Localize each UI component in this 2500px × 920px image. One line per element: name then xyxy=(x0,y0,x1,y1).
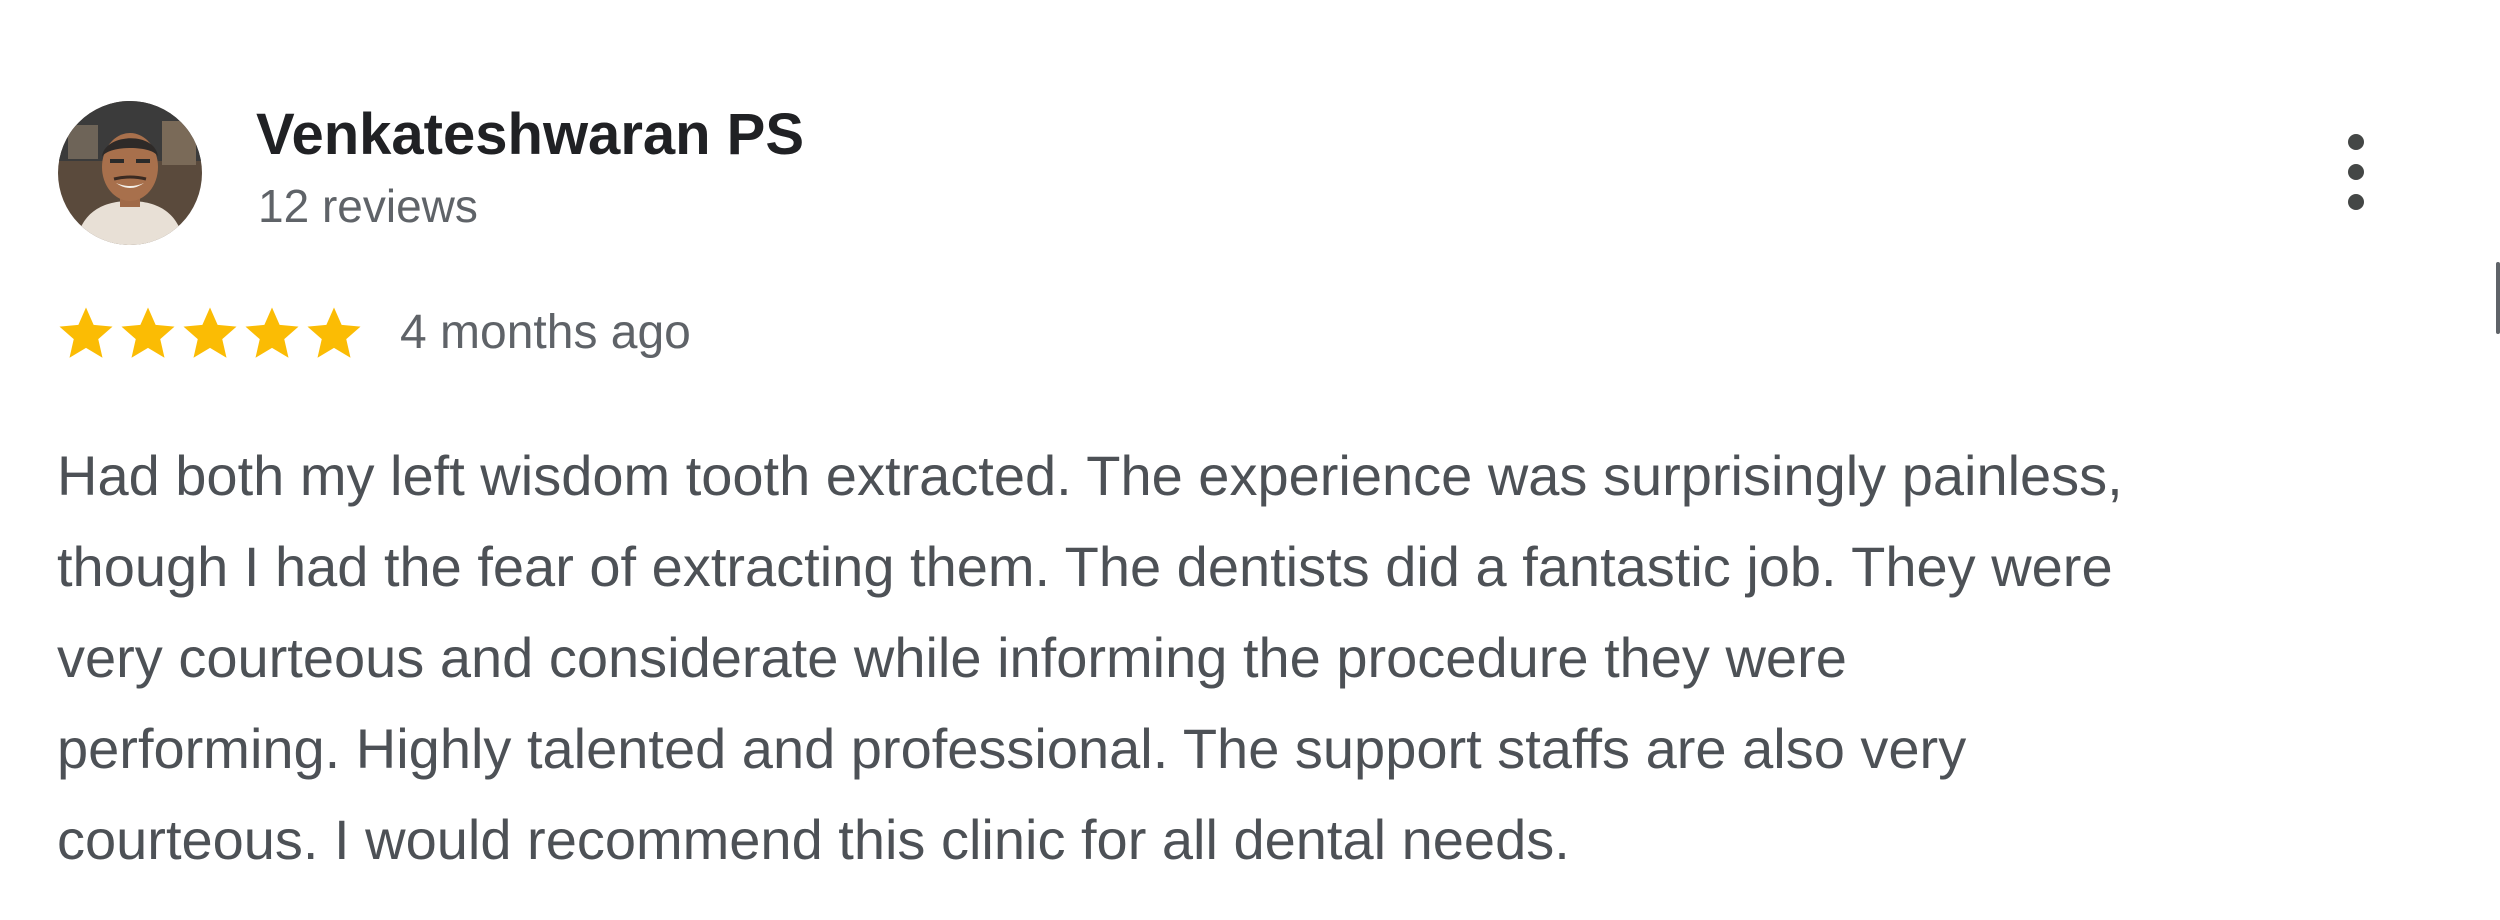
star-icon xyxy=(59,307,113,358)
review-text-line: very courteous and considerate while inf… xyxy=(57,626,1847,689)
scrollbar-thumb[interactable] xyxy=(2496,262,2500,334)
reviewer-name[interactable]: Venkateshwaran PS xyxy=(256,100,804,170)
more-vert-icon xyxy=(2348,134,2364,210)
review-text: Had both my left wisdom tooth extracted.… xyxy=(57,430,2457,885)
review-text-line: Had both my left wisdom tooth extracted.… xyxy=(57,444,2123,507)
review-text-line: courteous. I would recommend this clinic… xyxy=(57,808,1570,871)
star-rating xyxy=(56,302,366,364)
star-icon xyxy=(121,307,175,358)
star-icon xyxy=(245,307,299,358)
review-text-line: performing. Highly talented and professi… xyxy=(57,717,1967,780)
star-icon xyxy=(183,307,237,358)
review-text-line: though I had the fear of extracting them… xyxy=(57,535,2113,598)
review-card: Venkateshwaran PS 12 reviews 4 months ag… xyxy=(0,0,2500,920)
reviewer-review-count: 12 reviews xyxy=(258,180,478,232)
avatar[interactable] xyxy=(58,101,202,245)
avatar-photo xyxy=(58,101,202,245)
star-icon xyxy=(307,307,361,358)
review-date: 4 months ago xyxy=(400,306,691,359)
more-options-button[interactable] xyxy=(2326,130,2386,214)
